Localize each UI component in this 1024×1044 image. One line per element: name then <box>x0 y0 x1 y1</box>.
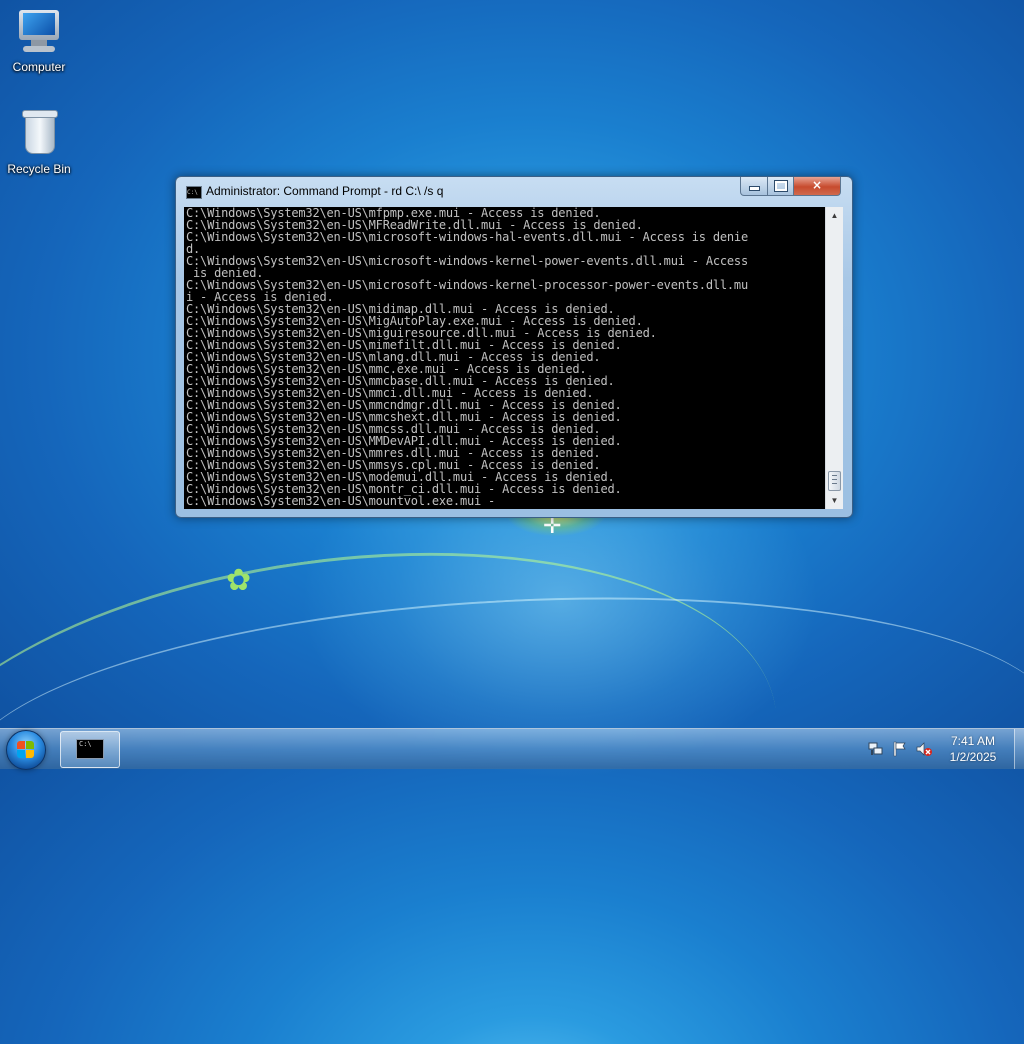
clock-date: 1/2/2025 <box>949 750 997 764</box>
console-line: C:\Windows\System32\en-US\microsoft-wind… <box>186 254 748 268</box>
vertical-scrollbar[interactable]: ▲ ▼ <box>825 207 843 509</box>
maximize-button[interactable] <box>767 177 794 196</box>
minimize-button[interactable] <box>740 177 768 196</box>
busy-cursor-icon: ✛ <box>543 514 562 539</box>
desktop-icon-label: Recycle Bin <box>7 162 71 176</box>
console-line: C:\Windows\System32\en-US\microsoft-wind… <box>186 230 748 244</box>
show-desktop-button[interactable] <box>1014 729 1024 769</box>
scrollbar-thumb[interactable] <box>828 471 841 491</box>
desktop-icon-computer[interactable]: Computer <box>1 8 77 74</box>
command-prompt-window[interactable]: C:\ Administrator: Command Prompt - rd C… <box>175 176 853 518</box>
scroll-down-arrow-icon[interactable]: ▼ <box>826 492 843 509</box>
network-icon[interactable] <box>868 741 884 757</box>
title-bar[interactable]: C:\ Administrator: Command Prompt - rd C… <box>176 177 852 205</box>
taskbar-button-command-prompt[interactable]: C:\ <box>60 731 120 768</box>
start-button[interactable] <box>6 730 46 770</box>
computer-icon <box>15 8 63 56</box>
cmd-icon: C:\ <box>186 186 202 199</box>
windows-logo-icon <box>17 741 35 759</box>
console-lines: C:\Windows\System32\en-US\mfpmp.exe.mui … <box>184 207 825 507</box>
clock-time: 7:41 AM <box>950 734 996 748</box>
console-line: C:\Windows\System32\en-US\mountvol.exe.m… <box>186 494 496 508</box>
desktop-icon-label: Computer <box>12 60 66 74</box>
minimize-icon <box>748 186 760 191</box>
recycle-bin-icon <box>15 110 63 158</box>
console-output[interactable]: C:\Windows\System32\en-US\mfpmp.exe.mui … <box>184 207 825 509</box>
wallpaper-leaf-icon: ✿ <box>226 564 252 597</box>
window-title: Administrator: Command Prompt - rd C:\ /… <box>206 184 444 198</box>
desktop-icon-recycle-bin[interactable]: Recycle Bin <box>1 110 77 176</box>
action-center-flag-icon[interactable] <box>892 741 908 757</box>
scroll-up-arrow-icon[interactable]: ▲ <box>826 207 843 224</box>
close-button[interactable]: × <box>793 177 841 196</box>
maximize-icon <box>773 180 788 192</box>
taskbar: C:\ 7:41 AM 1/2/2025 <box>0 728 1024 770</box>
clock[interactable]: 7:41 AM 1/2/2025 <box>936 733 1010 765</box>
close-icon: × <box>811 178 823 192</box>
cmd-icon: C:\ <box>76 739 104 759</box>
volume-muted-icon[interactable] <box>916 741 932 757</box>
